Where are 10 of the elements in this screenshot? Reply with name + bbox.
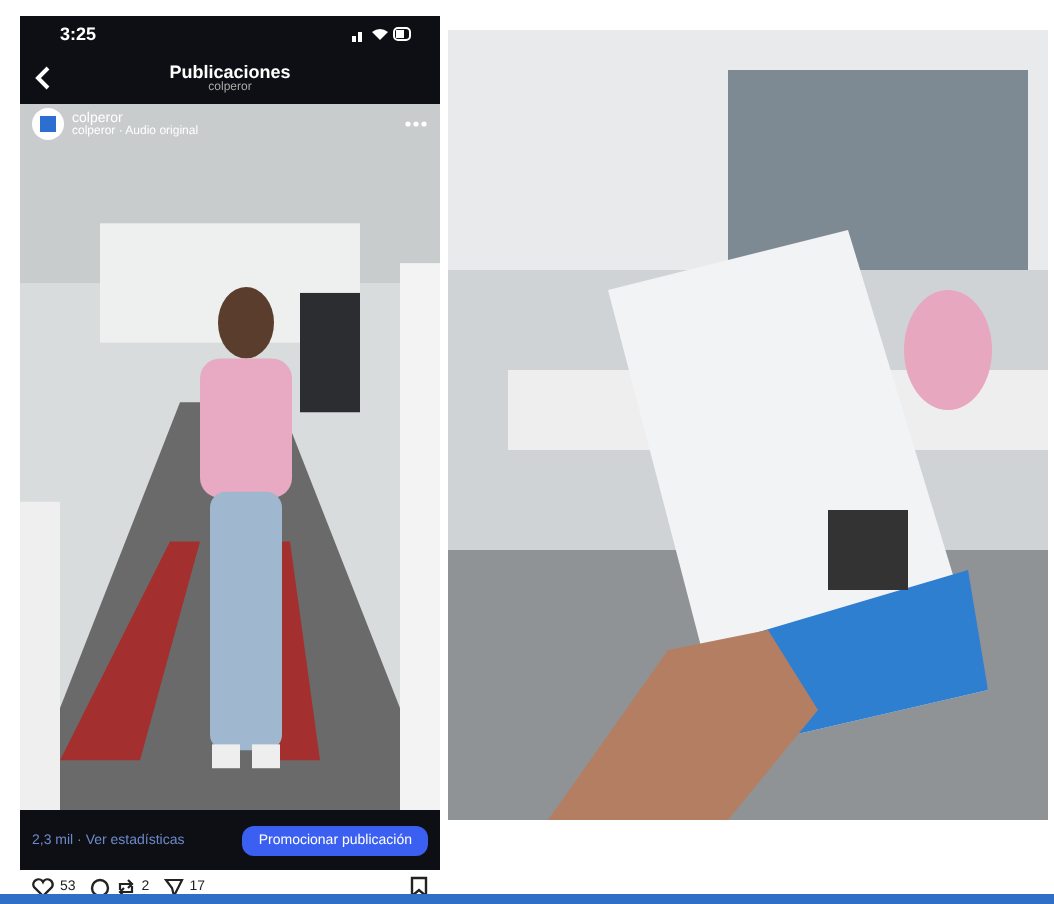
clock: 3:25	[60, 24, 97, 44]
repost-icon[interactable]	[115, 877, 136, 897]
status-icons	[352, 26, 412, 42]
comment-icon[interactable]	[89, 877, 110, 897]
account-avatar-icon[interactable]	[32, 108, 64, 140]
send-icon[interactable]	[163, 877, 184, 897]
heart-icon[interactable]	[32, 877, 54, 897]
page-title: Publicaciones	[169, 62, 291, 82]
bookmark-icon[interactable]	[410, 876, 428, 898]
back-icon[interactable]	[34, 66, 50, 90]
